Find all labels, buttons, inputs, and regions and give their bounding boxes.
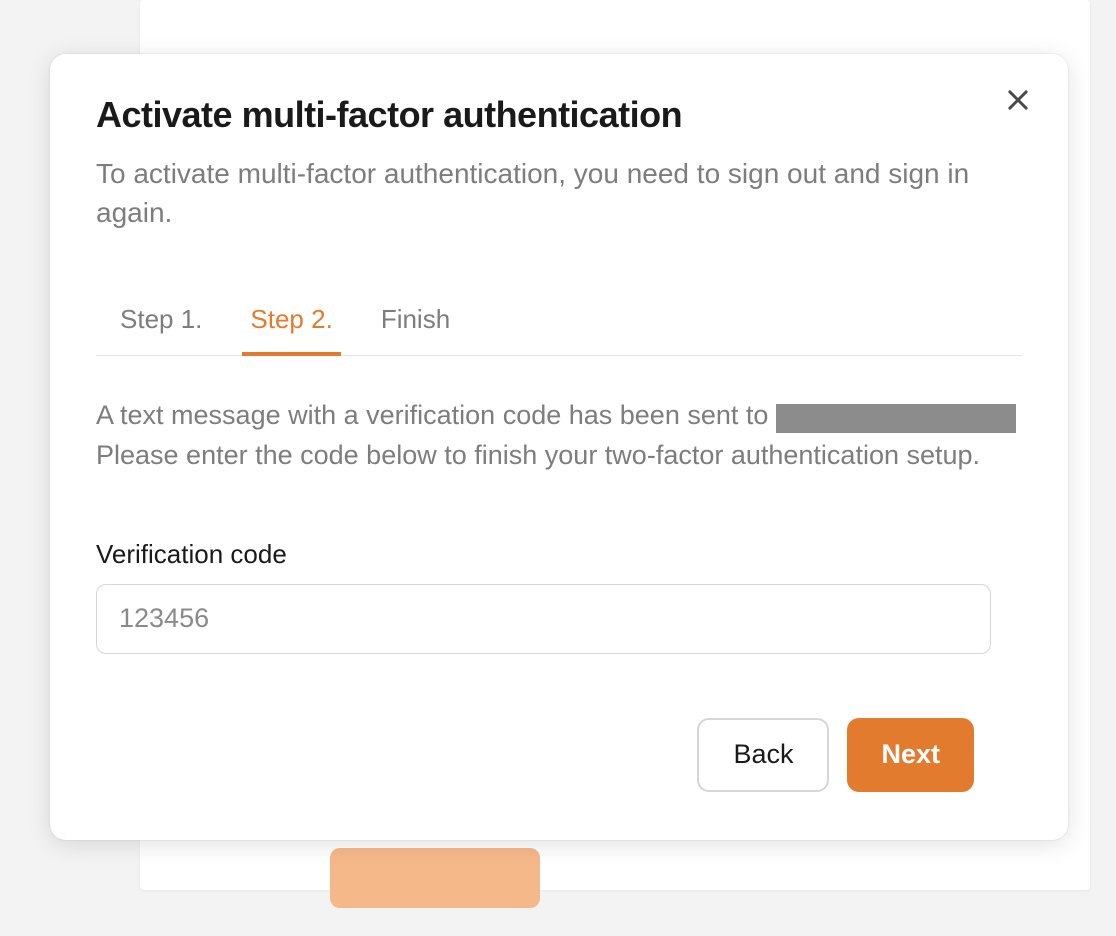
instruction-text-after: Please enter the code below to finish yo… [96,440,980,470]
modal-subtitle: To activate multi-factor authentication,… [96,154,1022,232]
tab-finish[interactable]: Finish [381,304,450,355]
close-icon [1004,86,1032,114]
modal-title: Activate multi-factor authentication [96,94,1022,136]
close-button[interactable] [1004,86,1032,114]
mfa-activation-modal: Activate multi-factor authentication To … [50,54,1068,840]
button-row: Back Next [96,718,1022,792]
instruction-text-before: A text message with a verification code … [96,400,776,430]
verification-code-label: Verification code [96,539,1022,570]
step-tabs: Step 1. Step 2. Finish [96,304,1022,356]
next-button[interactable]: Next [847,718,974,792]
back-button[interactable]: Back [697,718,829,792]
tab-step-1[interactable]: Step 1. [120,304,202,355]
background-accent [330,848,540,908]
redacted-phone [776,404,1016,433]
tab-step-2[interactable]: Step 2. [250,304,332,355]
instruction-text: A text message with a verification code … [96,396,1022,474]
verification-code-input[interactable] [96,584,991,654]
